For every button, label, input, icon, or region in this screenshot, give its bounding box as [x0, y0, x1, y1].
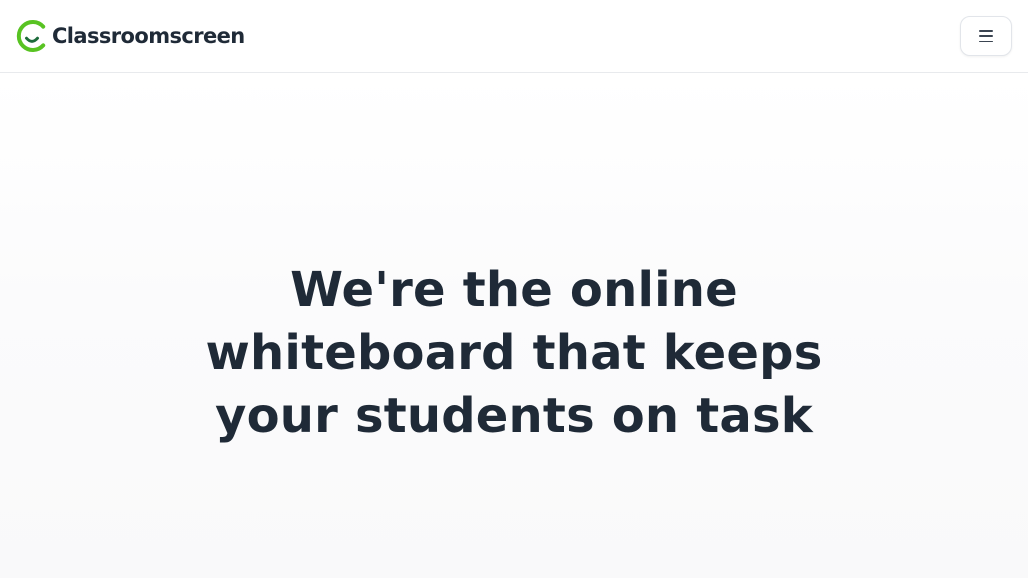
brand-logo-link[interactable]: Classroomscreen	[16, 20, 245, 52]
hero-title-line-1: We're the online	[290, 262, 738, 318]
brand-name: Classroomscreen	[52, 24, 245, 48]
menu-button[interactable]	[960, 16, 1012, 56]
hero-title-line-3: your students on task	[215, 388, 813, 444]
top-navigation-bar: Classroomscreen	[0, 0, 1028, 73]
hero-section: We're the online whiteboard that keeps y…	[0, 73, 1028, 578]
hero-title: We're the online whiteboard that keeps y…	[0, 259, 1028, 448]
classroomscreen-logo-icon	[16, 20, 46, 52]
hero-title-line-2: whiteboard that keeps	[205, 325, 823, 381]
hamburger-menu-icon	[979, 30, 993, 42]
